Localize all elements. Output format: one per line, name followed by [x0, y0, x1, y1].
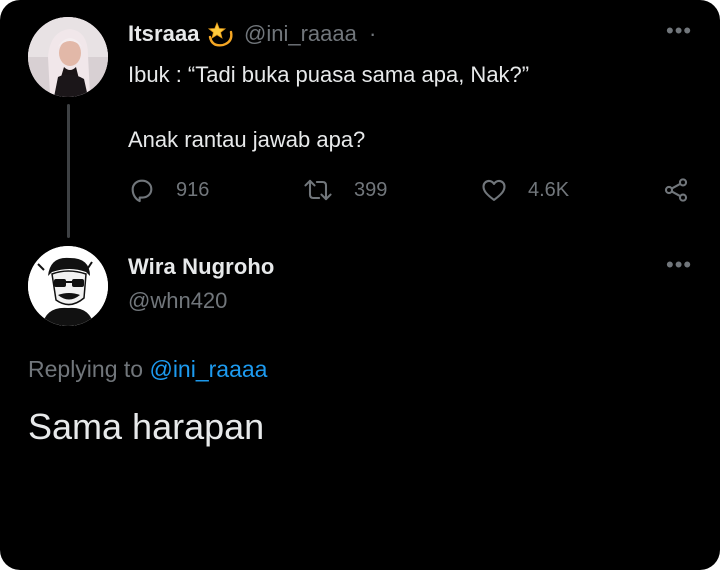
tweet-card: Itsraaa @ini_raaaa · ••• Ibuk : “Tadi bu…: [0, 0, 720, 570]
reply-tweet-text: Sama harapan: [28, 406, 265, 447]
share-button[interactable]: [662, 172, 690, 208]
like-button[interactable]: 4.6K: [480, 172, 569, 208]
heart-icon: [480, 176, 508, 204]
author-handle[interactable]: @whn420: [128, 288, 227, 314]
separator-dot: ·: [369, 21, 377, 46]
retweet-button[interactable]: 399: [302, 172, 387, 208]
tweet-text-line: Anak rantau jawab apa?: [128, 127, 366, 152]
mention-link[interactable]: @ini_raaaa: [149, 356, 267, 382]
tweet-text-line: Ibuk : “Tadi buka puasa sama apa, Nak?”: [128, 62, 530, 87]
author-name[interactable]: Wira Nugroho: [128, 254, 274, 280]
avatar[interactable]: [28, 17, 108, 97]
replying-to-label: Replying to: [28, 356, 144, 382]
share-icon: [662, 176, 690, 204]
reply-icon: [128, 176, 156, 204]
retweet-icon: [302, 176, 334, 204]
thread-connector-line: [67, 104, 70, 238]
more-options-icon[interactable]: •••: [666, 20, 692, 42]
more-options-icon[interactable]: •••: [666, 254, 692, 276]
like-count: 4.6K: [528, 178, 570, 201]
author-name[interactable]: Itsraaa: [128, 21, 200, 47]
retweet-count: 399: [354, 178, 388, 201]
dizzy-star-emoji-icon: [206, 19, 236, 49]
avatar-hijab-image: [28, 17, 108, 97]
reply-count: 916: [176, 178, 210, 201]
author-handle[interactable]: @ini_raaaa: [244, 21, 357, 47]
reply-button[interactable]: 916: [128, 172, 209, 208]
avatar[interactable]: [28, 246, 108, 326]
replying-to-line: Replying to @ini_raaaa: [28, 356, 267, 383]
avatar-sketch-portrait-image: [28, 246, 108, 326]
